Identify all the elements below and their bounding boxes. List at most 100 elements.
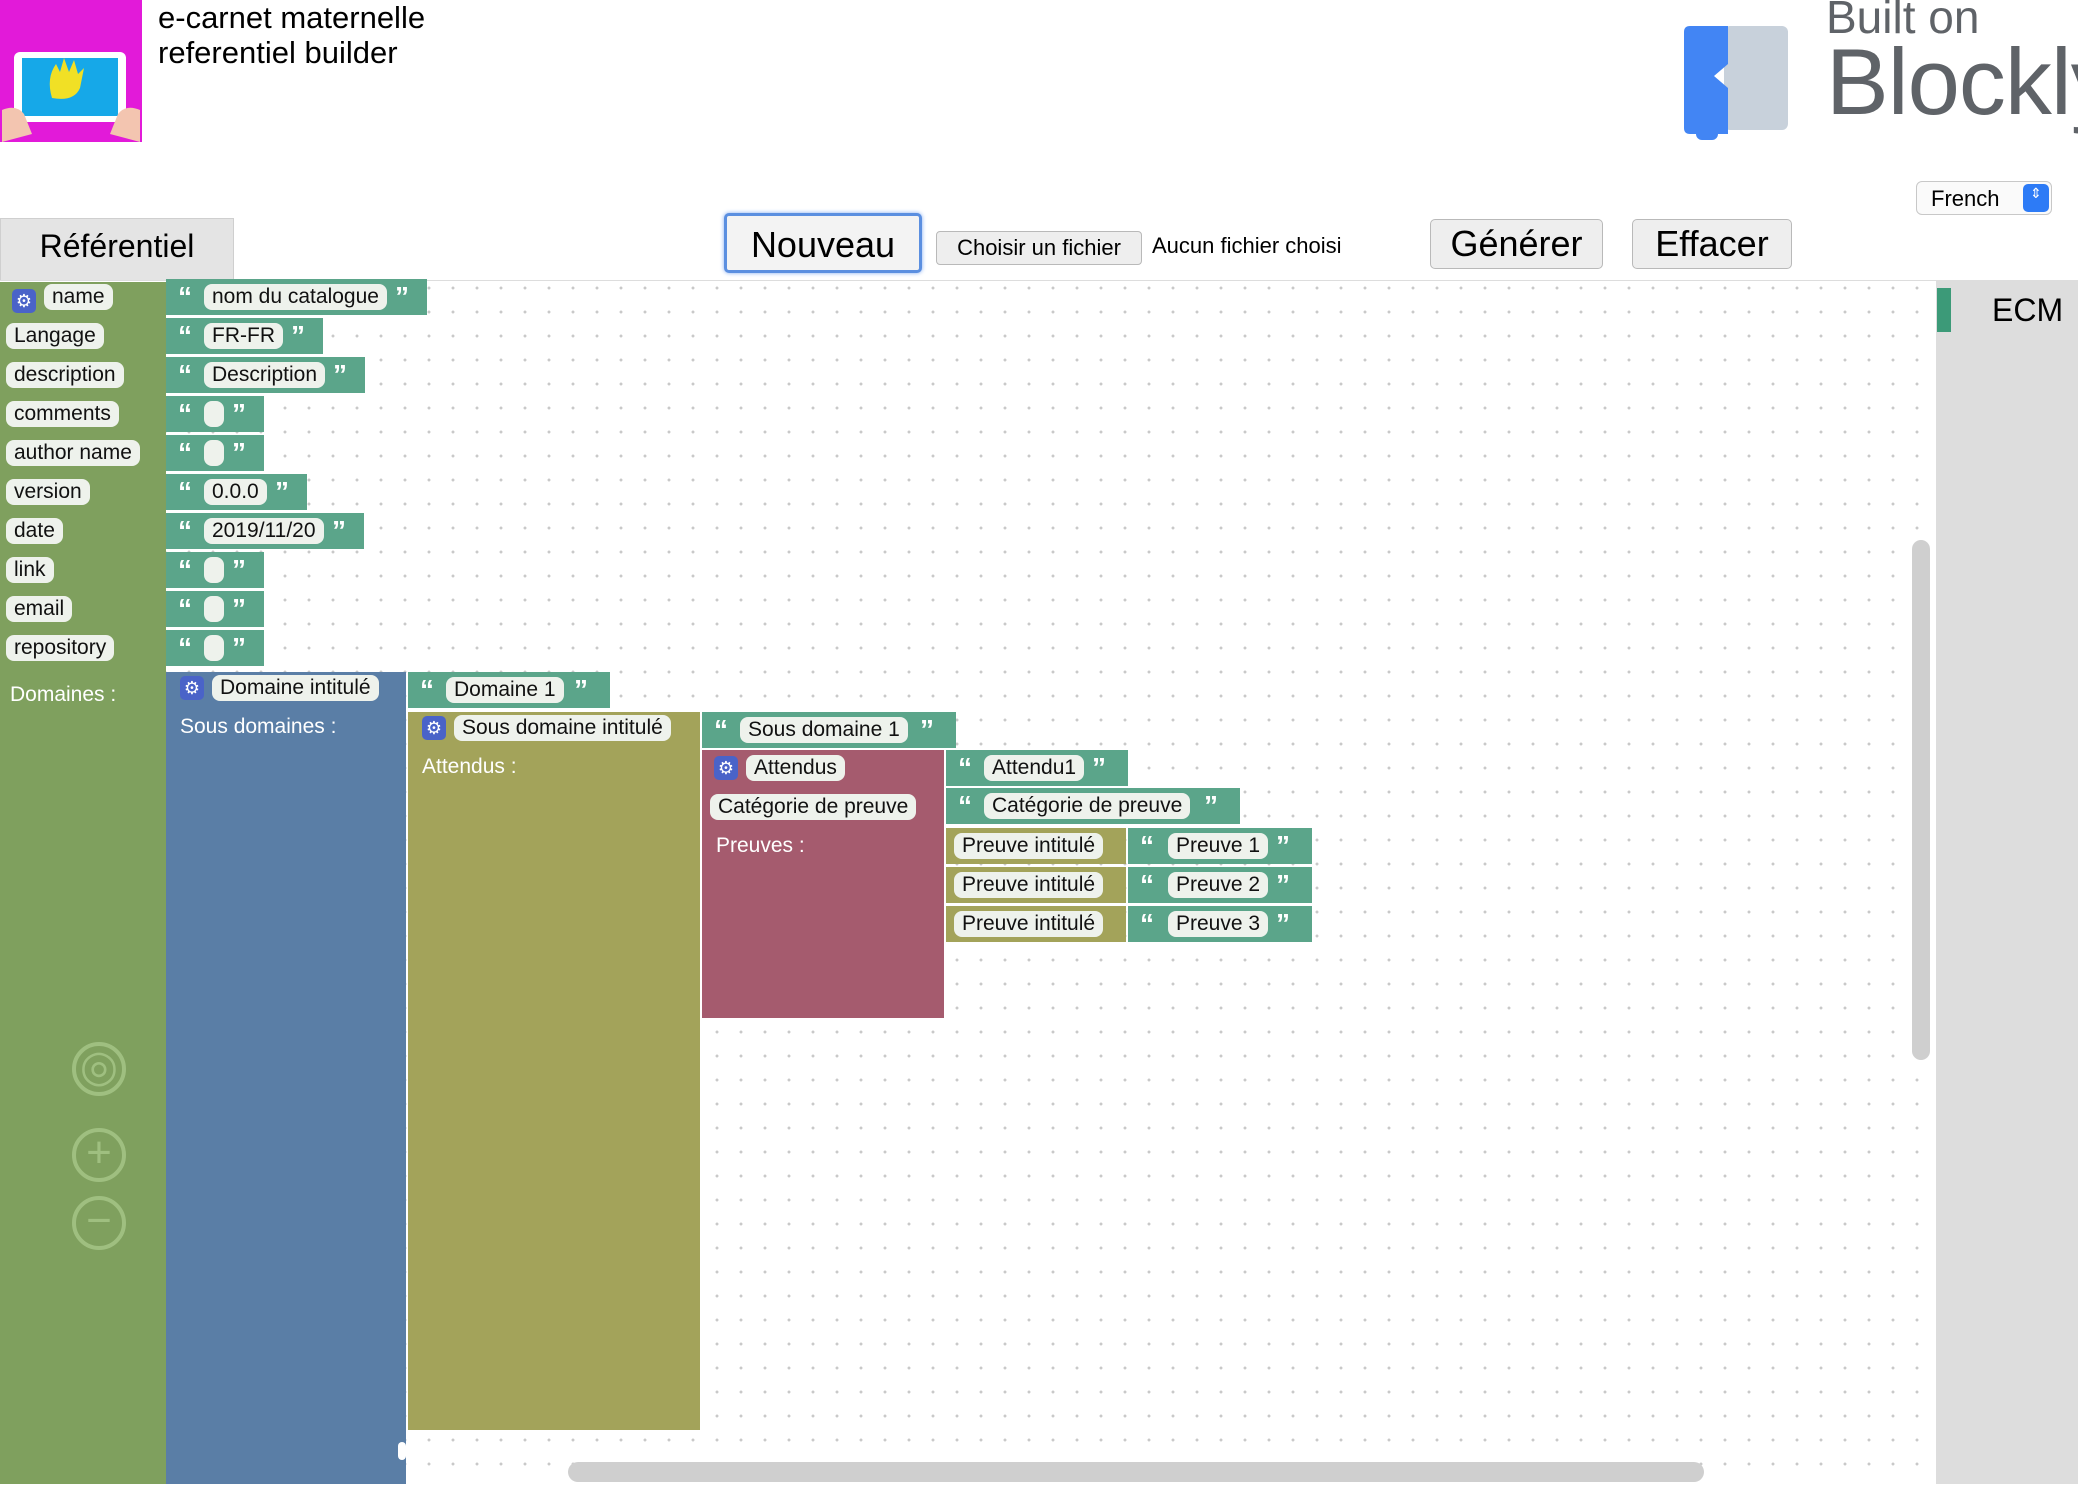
horizontal-scrollbar[interactable] (568, 1462, 1704, 1482)
preuve-value-field[interactable]: Preuve 3 (1168, 911, 1269, 937)
close-quote-icon: ” (232, 554, 246, 585)
text-block[interactable]: “ 2019/11/20 ” (166, 513, 364, 549)
referentiel-field-value[interactable]: Description (204, 362, 326, 388)
preuve-value-field[interactable]: Preuve 1 (1168, 833, 1269, 859)
sous-domaines-label: Sous domaines : (180, 715, 337, 738)
preuve-label: Preuve intitulé (954, 872, 1104, 898)
text-block-attendu[interactable]: “ Attendu1 ” (946, 750, 1128, 786)
toolbox-category-ecm[interactable]: ECM (1992, 292, 2063, 329)
text-block[interactable]: “” (166, 396, 264, 432)
text-block-preuve[interactable]: “ Preuve 1 ” (1128, 828, 1312, 864)
open-quote-icon: “ (178, 281, 192, 312)
block-notch (398, 1442, 406, 1460)
gear-icon[interactable]: ⚙ (714, 756, 738, 780)
open-quote-icon: “ (178, 632, 192, 663)
close-quote-icon: ” (574, 674, 588, 705)
referentiel-field-value[interactable]: FR-FR (204, 323, 283, 349)
open-quote-icon: “ (958, 752, 972, 783)
new-button[interactable]: Nouveau (724, 213, 922, 273)
text-block-sous-domaine[interactable]: “ Sous domaine 1 ” (702, 712, 956, 748)
domaine-value-field[interactable]: Domaine 1 (446, 677, 564, 703)
close-quote-icon: ” (291, 320, 305, 351)
referentiel-field-label: link (6, 557, 54, 583)
gear-icon[interactable]: ⚙ (422, 716, 446, 740)
close-quote-icon: ” (920, 714, 934, 745)
text-block[interactable]: “ 0.0.0 ” (166, 474, 307, 510)
open-quote-icon: “ (178, 320, 192, 351)
app-logo (0, 0, 142, 142)
open-quote-icon: “ (178, 359, 192, 390)
zoom-in-icon[interactable]: + (72, 1128, 126, 1182)
domaine-title-label: Domaine intitulé (212, 675, 379, 701)
toolbox-flyout (1936, 280, 2078, 1484)
gear-icon[interactable]: ⚙ (12, 289, 36, 313)
text-block[interactable]: “ FR-FR ” (166, 318, 323, 354)
preuve-block[interactable]: Preuve intitulé (946, 906, 1126, 942)
open-quote-icon: “ (714, 714, 728, 745)
sous-domaine-value-field[interactable]: Sous domaine 1 (740, 717, 908, 743)
language-select[interactable]: French ⇕ (1916, 181, 2052, 215)
text-block-domaine[interactable]: “ Domaine 1 ” (408, 672, 610, 708)
vertical-scrollbar[interactable] (1912, 540, 1930, 1060)
close-quote-icon: ” (332, 515, 346, 546)
close-quote-icon: ” (1204, 790, 1218, 821)
attendus-title-label: Attendus (746, 755, 845, 781)
category-color-bar (1937, 288, 1951, 332)
text-block-categorie[interactable]: “ Catégorie de preuve ” (946, 788, 1240, 824)
categorie-value-field[interactable]: Catégorie de preuve (984, 793, 1191, 819)
zoom-reset-icon[interactable]: ◎ (72, 1042, 126, 1096)
preuves-label: Preuves : (716, 834, 805, 857)
text-block[interactable]: “ Description ” (166, 357, 365, 393)
sous-domaine-title-label: Sous domaine intitulé (454, 715, 671, 741)
referentiel-field-label: name (44, 284, 113, 310)
preuve-label: Preuve intitulé (954, 833, 1104, 859)
referentiel-field-value[interactable]: 2019/11/20 (204, 518, 324, 544)
tab-referentiel[interactable]: Référentiel (0, 218, 234, 280)
text-block-preuve[interactable]: “ Preuve 3 ” (1128, 906, 1312, 942)
preuve-value-field[interactable]: Preuve 2 (1168, 872, 1269, 898)
preuve-block[interactable]: Preuve intitulé (946, 867, 1126, 903)
select-arrows-icon: ⇕ (2023, 184, 2049, 212)
domaines-label: Domaines : (10, 683, 117, 706)
text-block[interactable]: “ nom du catalogue ” (166, 279, 427, 315)
open-quote-icon: “ (1140, 869, 1154, 900)
open-quote-icon: “ (178, 437, 192, 468)
referentiel-field-value[interactable] (204, 557, 224, 583)
close-quote-icon: ” (395, 281, 409, 312)
zoom-out-icon[interactable]: − (72, 1196, 126, 1250)
sous-domaine-block[interactable]: ⚙ Sous domaine intitulé Attendus : (408, 712, 700, 1430)
referentiel-field-value[interactable] (204, 635, 224, 661)
close-quote-icon: ” (333, 359, 347, 390)
clear-button[interactable]: Effacer (1632, 219, 1792, 269)
attendu-value-field[interactable]: Attendu1 (984, 755, 1085, 781)
text-block[interactable]: “” (166, 591, 264, 627)
categorie-label: Catégorie de preuve (710, 794, 917, 820)
blockly-wordmark: Blockly (1826, 29, 2078, 134)
text-block-preuve[interactable]: “ Preuve 2 ” (1128, 867, 1312, 903)
gear-icon[interactable]: ⚙ (180, 676, 204, 700)
close-quote-icon: ” (232, 398, 246, 429)
preuve-label: Preuve intitulé (954, 911, 1104, 937)
text-block[interactable]: “” (166, 435, 264, 471)
text-block[interactable]: “” (166, 552, 264, 588)
referentiel-field-value[interactable] (204, 401, 224, 427)
preuve-block[interactable]: Preuve intitulé (946, 828, 1126, 864)
domaine-block[interactable]: ⚙ Domaine intitulé Sous domaines : (166, 672, 406, 1484)
referentiel-field-value[interactable] (204, 440, 224, 466)
attendus-block[interactable]: ⚙ Attendus Catégorie de preuve Preuves : (702, 750, 944, 1018)
choose-file-button[interactable]: Choisir un fichier (936, 231, 1142, 265)
referentiel-field-value[interactable] (204, 596, 224, 622)
close-quote-icon: ” (1092, 752, 1106, 783)
generate-button[interactable]: Générer (1430, 219, 1603, 269)
referentiel-field-label: repository (6, 635, 115, 661)
open-quote-icon: “ (1140, 908, 1154, 939)
close-quote-icon: ” (1276, 908, 1290, 939)
text-block[interactable]: “” (166, 630, 264, 666)
referentiel-field-label: Langage (6, 323, 104, 349)
referentiel-field-value[interactable]: nom du catalogue (204, 284, 387, 310)
referentiel-field-value[interactable]: 0.0.0 (204, 479, 267, 505)
referentiel-field-label: date (6, 518, 63, 544)
app-title-line2: referentiel builder (158, 35, 398, 70)
referentiel-field-label: version (6, 479, 90, 505)
close-quote-icon: ” (1276, 869, 1290, 900)
